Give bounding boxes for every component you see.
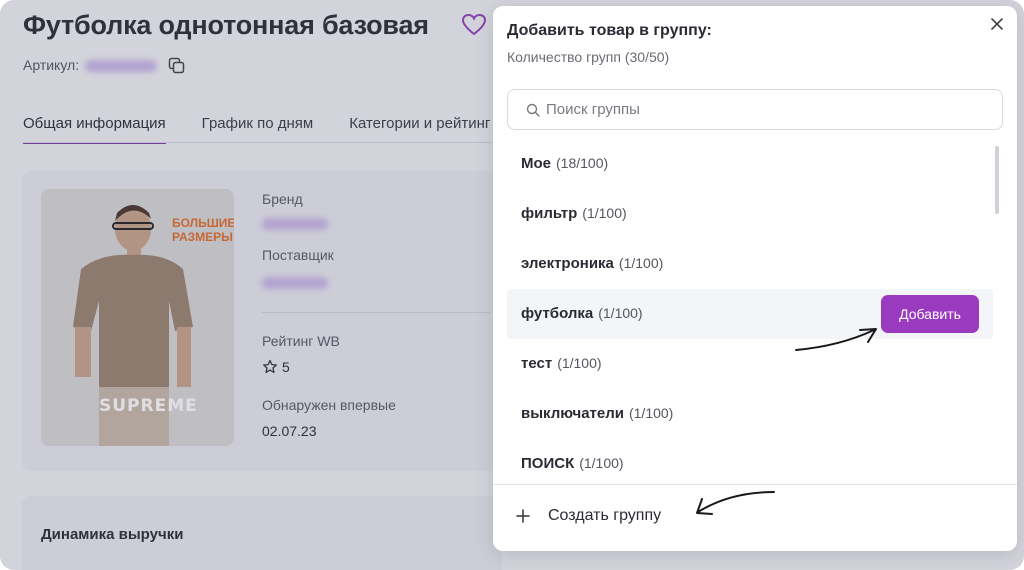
group-item[interactable]: электроника (1/100): [507, 239, 993, 289]
modal-group-count: Количество групп (30/50): [507, 49, 670, 65]
group-name: фильтр: [521, 205, 578, 222]
group-count: (1/100): [598, 305, 643, 321]
group-count: (1/100): [628, 405, 674, 421]
group-list: Мое (18/100) фильтр (1/100) электроника (1/…: [507, 139, 993, 484]
group-item[interactable]: Мое (18/100): [507, 139, 993, 189]
group-count: (1/100): [557, 355, 602, 371]
create-group-label: Создать группу: [548, 507, 662, 524]
modal-footer-divider: [493, 484, 1017, 485]
group-count: (18/100): [556, 155, 609, 171]
group-name: выключатели: [521, 405, 624, 422]
add-to-group-modal: Добавить товар в группу: Количество груп…: [493, 6, 1017, 551]
group-item[interactable]: выключатели (1/100): [507, 389, 993, 439]
create-group-button[interactable]: Создать группу: [515, 507, 661, 525]
group-item[interactable]: ПОИСК (1/100): [507, 439, 993, 484]
group-count: (1/100): [582, 205, 627, 221]
group-name: Мое: [521, 155, 551, 172]
plus-icon: [516, 509, 530, 523]
annotation-arrow-add: [795, 328, 877, 351]
group-item-hovered[interactable]: футболка (1/100) Добавить: [507, 289, 993, 339]
search-icon: [526, 103, 540, 117]
group-name: футболка: [521, 305, 594, 322]
close-icon[interactable]: [989, 16, 1005, 32]
annotation-arrow-create: [696, 491, 775, 515]
group-count: (1/100): [618, 255, 664, 271]
search-input[interactable]: [546, 90, 986, 129]
group-search[interactable]: [507, 89, 1003, 130]
app-frame: Футболка однотонная базовая Артикул: Общ…: [0, 0, 1024, 570]
group-name: ПОИСК: [521, 455, 575, 472]
group-item[interactable]: тест (1/100): [507, 339, 993, 389]
group-name: тест: [521, 355, 553, 372]
add-to-group-button[interactable]: Добавить: [881, 295, 979, 333]
modal-title: Добавить товар в группу:: [507, 22, 712, 39]
group-count: (1/100): [579, 455, 624, 471]
list-scrollbar[interactable]: [995, 146, 999, 214]
group-name: электроника: [521, 255, 614, 272]
group-item[interactable]: фильтр (1/100): [507, 189, 993, 239]
